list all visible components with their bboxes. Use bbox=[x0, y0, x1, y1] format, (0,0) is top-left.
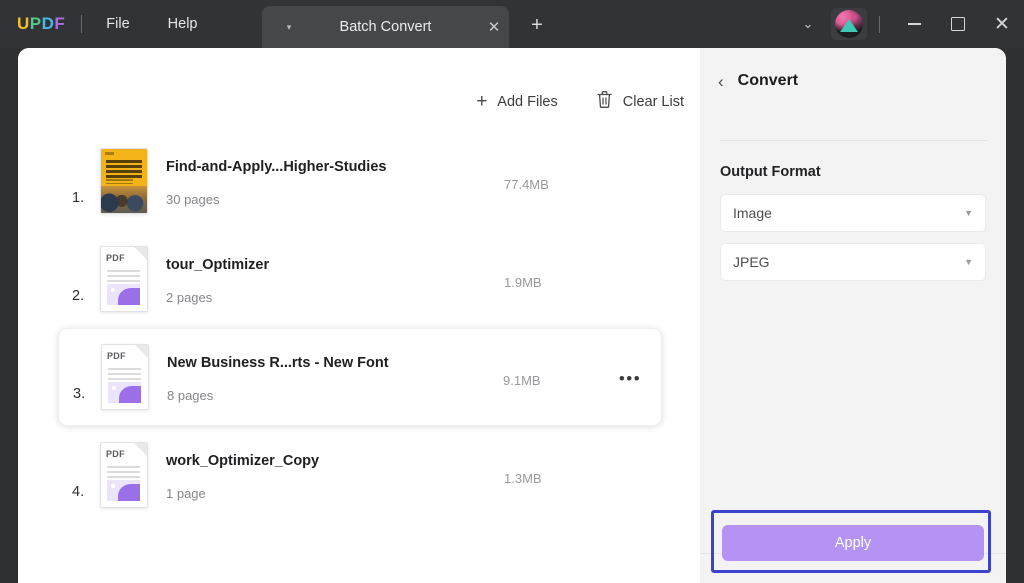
row-index: 4. bbox=[72, 450, 100, 500]
thumb-sub-lines bbox=[106, 179, 133, 186]
chevron-down-icon: ▼ bbox=[964, 208, 973, 218]
title-bar: U P D F File Help ▾ Batch Convert ✕ + ⌄ … bbox=[0, 0, 1024, 48]
logo-letter-u: U bbox=[17, 14, 30, 34]
maximize-button[interactable] bbox=[936, 0, 980, 48]
chevron-down-icon[interactable]: ⌄ bbox=[791, 16, 825, 32]
table-row[interactable]: 3. PDF New Business R...rts - New Font 8… bbox=[58, 328, 662, 426]
pdf-label: PDF bbox=[107, 351, 126, 361]
output-format-select[interactable]: Image ▼ bbox=[720, 194, 986, 232]
plus-icon: + bbox=[476, 92, 487, 111]
thumb-image-block bbox=[107, 284, 140, 305]
file-thumbnail: PDF bbox=[101, 344, 149, 410]
chevron-down-icon: ▼ bbox=[964, 257, 973, 267]
file-pages: 30 pages bbox=[166, 192, 504, 207]
table-row[interactable]: 1. Find-and-Apply...Higher-Studies 30 pa… bbox=[58, 132, 662, 230]
add-files-button[interactable]: + Add Files bbox=[476, 92, 558, 111]
page-fold-icon bbox=[135, 345, 148, 358]
panel-header: ‹ Convert bbox=[700, 48, 1006, 96]
file-name: tour_Optimizer bbox=[166, 257, 504, 273]
add-files-label: Add Files bbox=[497, 94, 557, 110]
window-controls: ⌄ ✕ bbox=[791, 0, 1024, 48]
tab-label: Batch Convert bbox=[292, 19, 479, 35]
menu-file[interactable]: File bbox=[92, 10, 143, 38]
file-info: work_Optimizer_Copy 1 page bbox=[166, 442, 504, 508]
trash-icon bbox=[596, 90, 613, 113]
table-row[interactable]: 2. PDF tour_Optimizer 2 pages 1.9MB bbox=[58, 230, 662, 328]
file-pages: 1 page bbox=[166, 486, 504, 501]
new-tab-button[interactable]: + bbox=[523, 13, 551, 39]
file-pages: 8 pages bbox=[167, 388, 503, 403]
thumb-image-block bbox=[108, 382, 141, 403]
apply-button[interactable]: Apply bbox=[722, 525, 984, 561]
file-size: 1.9MB bbox=[504, 269, 614, 290]
pdf-label: PDF bbox=[106, 449, 125, 459]
output-format-value: Image bbox=[733, 205, 964, 221]
file-thumbnail bbox=[100, 148, 148, 214]
file-list: 1. Find-and-Apply...Higher-Studies 30 pa… bbox=[58, 132, 662, 524]
file-info: tour_Optimizer 2 pages bbox=[166, 246, 504, 312]
page-fold-icon bbox=[134, 443, 147, 456]
thumb-text-lines bbox=[107, 270, 140, 285]
back-icon[interactable]: ‹ bbox=[718, 73, 724, 90]
row-more-button[interactable]: ••• bbox=[613, 365, 647, 389]
panel-divider bbox=[720, 140, 988, 141]
logo-letter-f: F bbox=[54, 14, 65, 34]
batch-file-area: + Add Files Clear List 1. bbox=[18, 48, 700, 583]
clear-list-button[interactable]: Clear List bbox=[596, 90, 684, 113]
file-info: New Business R...rts - New Font 8 pages bbox=[167, 344, 503, 410]
image-type-value: JPEG bbox=[733, 254, 964, 270]
file-pages: 2 pages bbox=[166, 290, 504, 305]
menu-help[interactable]: Help bbox=[154, 10, 212, 38]
page-fold-icon bbox=[134, 247, 147, 260]
row-index: 1. bbox=[72, 156, 100, 206]
window-body: + Add Files Clear List 1. bbox=[18, 48, 1006, 583]
row-more-button[interactable] bbox=[614, 473, 648, 477]
image-type-select[interactable]: JPEG ▼ bbox=[720, 243, 986, 281]
logo-letter-p: P bbox=[30, 14, 42, 34]
thumb-text-lines bbox=[107, 466, 140, 481]
pdf-label: PDF bbox=[106, 253, 125, 263]
clear-list-label: Clear List bbox=[623, 94, 684, 110]
output-format-label: Output Format bbox=[720, 164, 821, 180]
thumb-image-block bbox=[107, 480, 140, 501]
close-icon[interactable]: ✕ bbox=[479, 18, 509, 36]
file-size: 77.4MB bbox=[504, 171, 614, 192]
thumb-photo bbox=[101, 186, 147, 213]
tab-batch-convert[interactable]: ▾ Batch Convert ✕ bbox=[262, 6, 509, 48]
close-window-button[interactable]: ✕ bbox=[980, 0, 1024, 48]
page-title: Convert bbox=[738, 72, 798, 90]
row-index: 3. bbox=[73, 352, 101, 402]
file-thumbnail: PDF bbox=[100, 442, 148, 508]
logo-letter-d: D bbox=[42, 14, 55, 34]
avatar[interactable] bbox=[831, 8, 867, 40]
thumb-tag bbox=[105, 152, 114, 155]
avatar-image bbox=[835, 10, 863, 38]
file-name: work_Optimizer_Copy bbox=[166, 453, 504, 469]
thumb-title-lines bbox=[106, 160, 142, 180]
file-name: New Business R...rts - New Font bbox=[167, 355, 503, 371]
list-toolbar: + Add Files Clear List bbox=[476, 90, 684, 113]
titlebar-divider bbox=[81, 15, 82, 33]
window-controls-divider bbox=[879, 16, 880, 33]
file-size: 1.3MB bbox=[504, 465, 614, 486]
row-index: 2. bbox=[72, 254, 100, 304]
file-name: Find-and-Apply...Higher-Studies bbox=[166, 159, 504, 175]
table-row[interactable]: 4. PDF work_Optimizer_Copy 1 page 1.3MB bbox=[58, 426, 662, 524]
file-info: Find-and-Apply...Higher-Studies 30 pages bbox=[166, 148, 504, 214]
file-thumbnail: PDF bbox=[100, 246, 148, 312]
minimize-button[interactable] bbox=[892, 0, 936, 48]
thumb-text-lines bbox=[108, 368, 141, 383]
row-more-button[interactable] bbox=[614, 179, 648, 183]
row-more-button[interactable] bbox=[614, 277, 648, 281]
updf-logo: U P D F bbox=[17, 14, 65, 34]
convert-panel: ‹ Convert Output Format Image ▼ JPEG ▼ bbox=[700, 48, 1006, 583]
file-size: 9.1MB bbox=[503, 367, 613, 388]
